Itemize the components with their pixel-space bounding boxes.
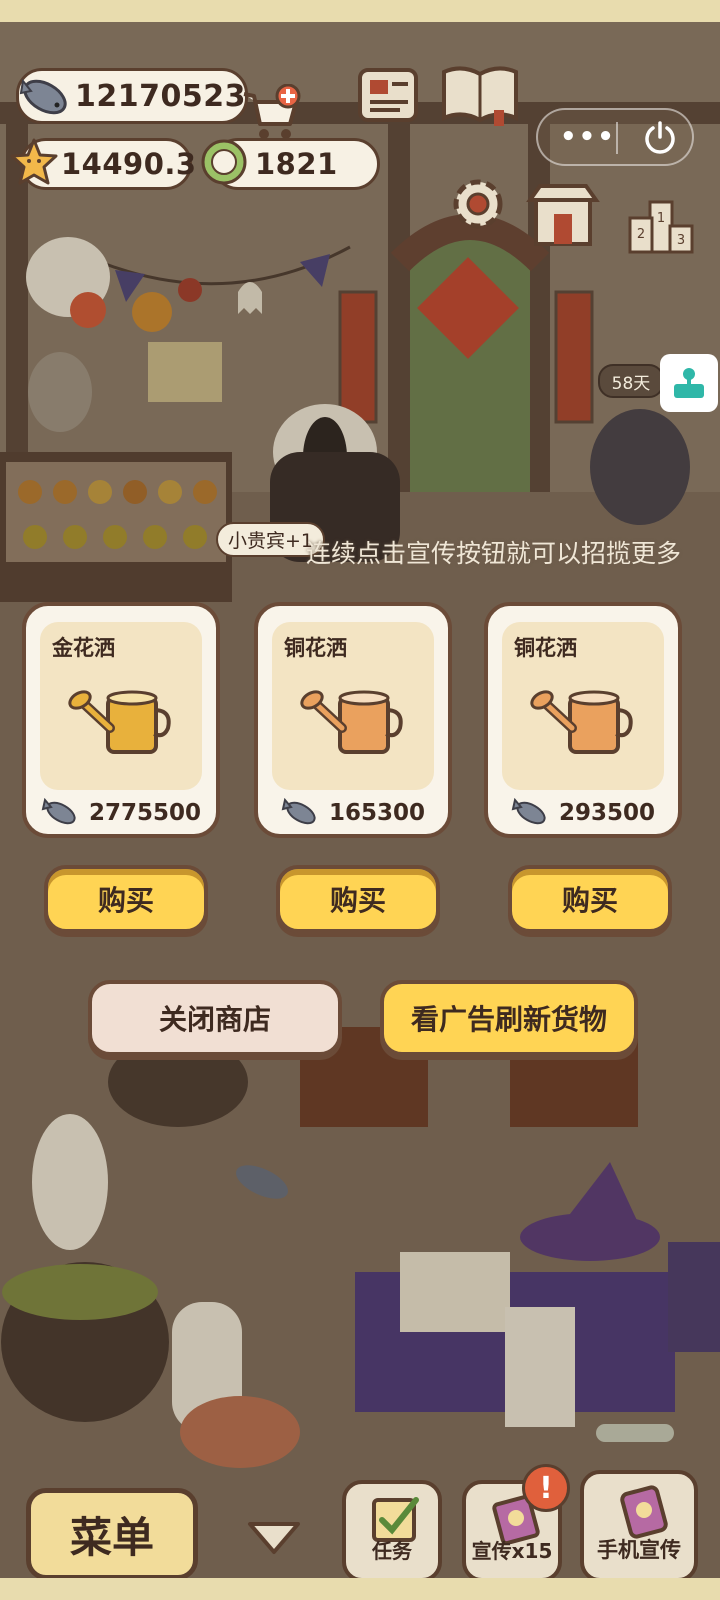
svg-text:1: 1 xyxy=(657,211,665,226)
phone-promote-label: 手机宣传 xyxy=(597,1538,681,1562)
item-price: 165300 xyxy=(258,798,448,828)
item-name: 金花洒 xyxy=(52,636,115,660)
tip-marquee: 连续点击宣传按钮就可以招揽更多 xyxy=(306,539,682,568)
settings-gear-icon[interactable] xyxy=(446,172,510,236)
svg-text:2: 2 xyxy=(637,227,645,242)
item-frame: 铜花洒 xyxy=(502,622,664,790)
fish-icon xyxy=(16,70,76,124)
star-icon xyxy=(8,136,60,188)
shop-item-card[interactable]: 铜花洒 293500 xyxy=(484,602,682,838)
star-count: 14490.3 xyxy=(61,147,197,181)
item-name: 铜花洒 xyxy=(514,636,577,660)
clover-coin-icon xyxy=(198,136,250,188)
item-price: 293500 xyxy=(488,798,678,828)
screen-bottom-edge xyxy=(0,1578,720,1600)
shop-item-card[interactable]: 金花洒 2775500 xyxy=(22,602,220,838)
days-counter: 58天 xyxy=(598,364,664,398)
game-assistant-icon[interactable] xyxy=(660,354,718,412)
menu-button[interactable]: 菜单 xyxy=(26,1488,198,1578)
recipe-book-icon[interactable] xyxy=(440,62,520,128)
copper-watering-can-icon xyxy=(300,690,403,754)
close-miniprogram-icon[interactable] xyxy=(642,119,678,155)
task-button[interactable]: 任务 xyxy=(342,1480,442,1578)
item-name: 铜花洒 xyxy=(284,636,347,660)
fish-icon xyxy=(41,798,76,825)
price-value: 2775500 xyxy=(88,800,202,826)
capsule-divider xyxy=(616,122,618,154)
newspaper-icon[interactable] xyxy=(356,66,420,124)
item-frame: 金花洒 xyxy=(40,622,202,790)
item-frame: 铜花洒 xyxy=(272,622,434,790)
copper-watering-can-icon xyxy=(530,690,633,754)
miniprogram-capsule: ••• xyxy=(536,108,694,166)
price-value: 293500 xyxy=(558,800,656,826)
leaderboard-podium-icon[interactable]: 12 3 xyxy=(626,196,696,256)
more-icon[interactable]: ••• xyxy=(560,122,616,152)
shop-cart-icon[interactable] xyxy=(240,84,302,144)
phone-promote-button[interactable]: 手机宣传 xyxy=(580,1470,698,1578)
alert-badge-icon: ! xyxy=(522,1464,570,1512)
buy-button[interactable]: 购买 xyxy=(44,865,208,933)
shop-item-card[interactable]: 铜花洒 165300 xyxy=(254,602,452,838)
close-shop-button[interactable]: 关闭商店 xyxy=(88,980,342,1056)
collapse-chevron-icon[interactable] xyxy=(244,1518,304,1558)
item-price: 2775500 xyxy=(26,798,216,828)
svg-text:3: 3 xyxy=(677,233,685,248)
phone-flyer-icon xyxy=(620,1485,668,1539)
golden-watering-can-icon xyxy=(68,690,171,754)
price-value: 165300 xyxy=(328,800,426,826)
coin-count: 1821 xyxy=(255,147,338,181)
fish-icon xyxy=(511,798,546,825)
buy-button[interactable]: 购买 xyxy=(508,865,672,933)
buy-button[interactable]: 购买 xyxy=(276,865,440,933)
game-scene: 12170523 14490.3 1821 ••• 12 3 58天 小贵宾+1 … xyxy=(0,22,720,1578)
watch-ad-refresh-button[interactable]: 看广告刷新货物 xyxy=(380,980,638,1056)
fish-count: 12170523 xyxy=(75,78,246,114)
fish-icon xyxy=(281,798,316,825)
task-label: 任务 xyxy=(372,1539,412,1563)
shop-store-icon[interactable] xyxy=(524,180,602,250)
promote-label: 宣传x15 xyxy=(471,1539,553,1563)
